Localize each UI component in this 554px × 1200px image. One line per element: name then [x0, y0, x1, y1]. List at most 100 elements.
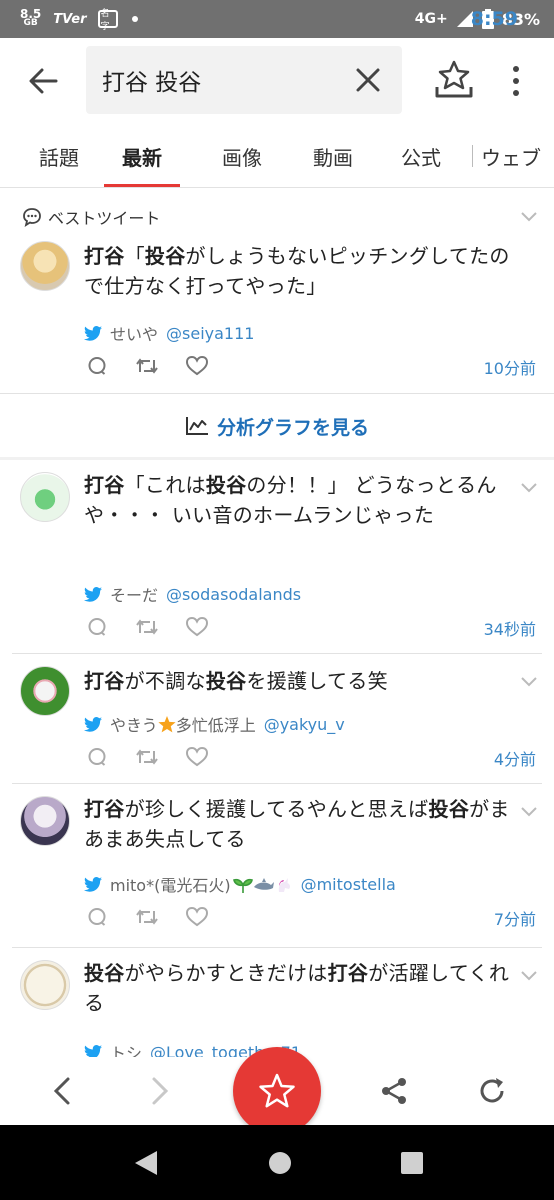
best-tweet-title: ベストツイート	[48, 209, 161, 228]
reply-icon	[88, 357, 106, 375]
tweet-author[interactable]: mito*(電光石火) @mitostella	[84, 872, 396, 896]
tab-videos[interactable]: 動画	[290, 124, 376, 187]
avatar[interactable]	[20, 960, 70, 1010]
tab-divider	[472, 144, 473, 167]
section-divider	[0, 457, 554, 460]
notification-dot-icon	[132, 16, 139, 22]
analysis-graph-link[interactable]: 分析グラフを見る	[0, 394, 554, 458]
tab-images[interactable]: 画像	[194, 124, 290, 187]
reply-icon	[88, 748, 106, 766]
reply-button[interactable]	[86, 355, 108, 377]
tweet-text: 打谷「投谷がしょうもないピッチングしてたので仕方なく打ってやった」	[84, 244, 510, 298]
tweet-time: 10分前	[483, 359, 536, 378]
browser-forward-button[interactable]	[140, 1071, 180, 1111]
like-button[interactable]	[186, 616, 208, 638]
star-outline-icon	[259, 1073, 295, 1108]
search-header	[0, 38, 554, 124]
avatar[interactable]	[20, 241, 70, 291]
tweet-text: 投谷がやらかすときだけは打谷が活躍してくれる	[84, 961, 510, 1015]
twitter-bird-icon	[84, 876, 102, 892]
retweet-button[interactable]	[136, 746, 158, 768]
retweet-button[interactable]	[136, 616, 158, 638]
tweet-author[interactable]: やきう 多忙低浮上 @yakyu_v	[84, 712, 345, 736]
like-button[interactable]	[186, 746, 208, 768]
twitter-bird-icon	[84, 716, 102, 732]
chevron-down-icon[interactable]	[520, 482, 538, 494]
retweet-icon	[136, 619, 158, 635]
author-handle: @mitostella	[300, 874, 396, 894]
tweet-actions	[86, 616, 208, 638]
net-speed: 8.5 GB	[20, 7, 42, 28]
browser-back-button[interactable]	[42, 1071, 82, 1111]
author-handle: @yakyu_v	[263, 714, 345, 734]
twitter-bird-icon	[84, 1044, 102, 1057]
twitter-bird-icon	[84, 325, 102, 341]
shark-emoji-icon	[253, 878, 274, 890]
author-name: mito*(電光石火)	[110, 872, 293, 896]
retweet-button[interactable]	[136, 355, 158, 377]
speech-bubble-icon	[23, 208, 41, 227]
tab-latest[interactable]: 最新	[104, 124, 180, 187]
retweet-icon	[136, 909, 158, 925]
heart-icon	[186, 907, 208, 927]
tweet-time: 7分前	[493, 910, 536, 929]
system-recents-button[interactable]	[396, 1147, 428, 1179]
back-button[interactable]	[22, 60, 64, 102]
like-button[interactable]	[186, 906, 208, 928]
tweet-list: ベストツイート 打谷「投谷がしょうもないピッチングしてたので仕方なく打ってやった…	[0, 189, 554, 1057]
clear-icon[interactable]	[354, 66, 382, 94]
square-recents-icon	[401, 1152, 423, 1174]
chevron-down-icon[interactable]	[520, 970, 538, 982]
refresh-icon	[480, 1078, 504, 1103]
best-tweet-label: ベストツイート	[22, 205, 160, 229]
tver-icon: TVer	[53, 11, 87, 27]
heart-icon	[186, 617, 208, 637]
tab-bar: 話題 最新 画像 動画 公式 ウェブ	[0, 124, 554, 188]
author-handle: @sodasodalands	[166, 584, 302, 604]
favorite-fab-button[interactable]	[233, 1047, 321, 1135]
like-button[interactable]	[186, 355, 208, 377]
author-name: そーだ	[110, 586, 159, 605]
tweet-author[interactable]: せいや @seiya111	[84, 321, 254, 345]
author-name: トシ	[110, 1044, 143, 1057]
sprout-emoji-icon	[232, 878, 253, 893]
tweet-text: 打谷が珍しく援護してるやんと思えば投谷がまあまあ失点してる	[84, 797, 510, 851]
reload-button[interactable]	[472, 1071, 512, 1111]
avatar[interactable]	[20, 472, 70, 522]
tab-web[interactable]: ウェブ	[481, 124, 554, 187]
author-name: やきう 多忙低浮上	[110, 716, 256, 735]
share-button[interactable]	[374, 1071, 414, 1111]
tweet-author[interactable]: そーだ @sodasodalands	[84, 582, 301, 606]
triangle-back-icon	[135, 1151, 157, 1175]
share-icon	[382, 1078, 406, 1104]
reply-button[interactable]	[86, 616, 108, 638]
reply-icon	[88, 618, 106, 636]
chevron-down-icon[interactable]	[520, 211, 538, 223]
status-bar: 8:59 8.5 GB TVer 名字 4G+ 83%	[0, 0, 554, 38]
unicorn-emoji-icon	[278, 878, 290, 892]
retweet-icon	[136, 358, 158, 374]
system-back-button[interactable]	[130, 1147, 162, 1179]
avatar[interactable]	[20, 666, 70, 716]
avatar[interactable]	[20, 796, 70, 846]
system-home-button[interactable]	[264, 1147, 296, 1179]
chevron-down-icon[interactable]	[520, 806, 538, 818]
retweet-button[interactable]	[136, 906, 158, 928]
analysis-graph-label: 分析グラフを見る	[216, 416, 369, 439]
chevron-right-icon	[152, 1077, 169, 1105]
twitter-bird-icon	[84, 586, 102, 602]
status-time: 8:59	[470, 8, 518, 30]
tab-topics[interactable]: 話題	[0, 124, 118, 187]
tweet-time: 4分前	[493, 750, 536, 769]
tab-official[interactable]: 公式	[376, 124, 466, 187]
divider	[12, 947, 542, 948]
chevron-down-icon[interactable]	[520, 676, 538, 688]
network-type: 4G+	[414, 11, 448, 27]
search-input[interactable]	[102, 46, 342, 114]
author-name: せいや	[110, 325, 159, 344]
save-search-star-icon[interactable]	[432, 58, 476, 102]
divider	[12, 783, 542, 784]
more-menu-button[interactable]	[502, 60, 530, 102]
reply-button[interactable]	[86, 906, 108, 928]
reply-button[interactable]	[86, 746, 108, 768]
